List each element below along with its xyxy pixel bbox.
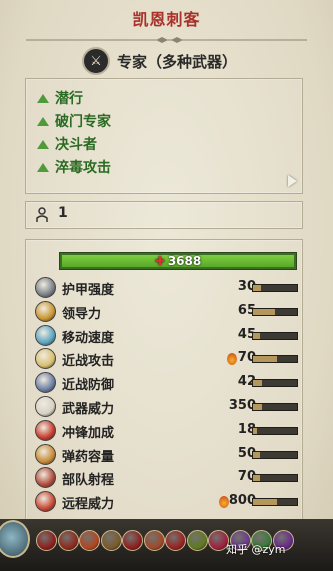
- stat-bar: [252, 307, 298, 316]
- ability-triangle-icon: [37, 162, 49, 172]
- stat-label: 近战攻击: [62, 354, 115, 370]
- stat-bar-fill: [253, 475, 260, 482]
- stat-bar: [252, 426, 298, 435]
- melee-attack-icon: [35, 348, 56, 370]
- stat-row[interactable]: 近战防御 42: [35, 372, 305, 394]
- stat-bar: [252, 379, 298, 388]
- stat-label: 近战防御: [62, 378, 115, 394]
- stat-bar-fill: [253, 451, 260, 458]
- stat-label: 冲锋加成: [62, 425, 115, 441]
- leadership-icon: [35, 300, 56, 322]
- fire-damage-icon: [218, 496, 229, 509]
- weapon-strength-icon: [35, 396, 56, 417]
- attribute-icon-7[interactable]: [165, 530, 186, 551]
- watermark-text: 知乎 @zym: [226, 543, 286, 556]
- title-divider-ornament: [26, 37, 307, 43]
- stat-bar-fill: [253, 404, 262, 410]
- stat-bar: [252, 474, 298, 483]
- stat-bar-fill: [253, 427, 258, 434]
- ability-label: 决斗者: [55, 137, 97, 153]
- fire-damage-icon: [227, 353, 237, 366]
- stat-bar-fill: [253, 285, 261, 291]
- stat-row[interactable]: 近战攻击 70: [35, 348, 305, 370]
- stat-bar: [252, 355, 298, 364]
- stat-bar-fill: [253, 356, 278, 363]
- stat-label: 领导力: [62, 306, 102, 322]
- stat-row[interactable]: 移动速度 45: [35, 324, 305, 347]
- stat-bar: [252, 403, 298, 411]
- ability-item[interactable]: 破门专家: [37, 110, 111, 132]
- stat-label: 弹药容量: [62, 449, 115, 465]
- attribute-icon-1[interactable]: [36, 530, 57, 551]
- speed-icon: [35, 324, 56, 346]
- stat-bar: [252, 331, 298, 340]
- person-icon: [36, 207, 48, 222]
- ability-label: 淬毒攻击: [55, 160, 111, 176]
- stat-label: 远程威力: [62, 497, 115, 513]
- ability-item[interactable]: 潜行: [37, 87, 83, 109]
- attribute-icon-8[interactable]: [186, 530, 208, 551]
- stat-bar-fill: [253, 308, 275, 315]
- crossed-weapons-icon: ⚔: [82, 47, 110, 75]
- health-bar: ✚ 3688: [59, 252, 297, 270]
- stat-row[interactable]: 弹药容量 50: [35, 443, 305, 466]
- stat-label: 护甲强度: [62, 283, 115, 298]
- attribute-icon-2[interactable]: [57, 530, 79, 551]
- expand-arrow-icon[interactable]: [288, 175, 297, 187]
- unit-role-label: 专家（多种武器）: [117, 52, 238, 71]
- abilities-list: 潜行 破门专家 决斗者 淬毒攻击: [25, 78, 303, 194]
- ability-triangle-icon: [37, 139, 49, 149]
- missile-strength-icon: [35, 491, 56, 513]
- ability-item[interactable]: 淬毒攻击: [37, 156, 111, 178]
- stat-bar-fill: [253, 380, 262, 387]
- unit-count-value: 1: [58, 205, 68, 221]
- health-value-wrap: ✚ 3688: [60, 253, 296, 269]
- attribute-icon-3[interactable]: [79, 530, 100, 551]
- stat-row[interactable]: 部队射程 70: [35, 467, 305, 489]
- health-value: 3688: [167, 254, 202, 268]
- unit-count-row: 1: [25, 201, 303, 229]
- stat-label: 部队射程: [62, 473, 115, 489]
- ability-triangle-icon: [37, 93, 49, 103]
- range-icon: [35, 467, 56, 489]
- stat-bar-fill: [253, 332, 260, 339]
- attribute-icon-5[interactable]: [122, 530, 143, 551]
- stat-row[interactable]: 武器威力 350: [35, 396, 305, 418]
- health-cross-icon: ✚: [154, 254, 165, 268]
- ability-item[interactable]: 决斗者: [37, 133, 97, 155]
- attribute-icon-4[interactable]: [100, 530, 122, 551]
- stat-bar: [252, 450, 298, 459]
- stats-panel: ✚ 3688 护甲强度 30 领导力 65 移动速度 45 近战攻击 70 近战防御 42 武器威力 3…: [25, 239, 303, 523]
- ability-triangle-icon: [37, 116, 49, 126]
- unit-role: ⚔ 专家（多种武器）: [82, 47, 237, 75]
- ability-label: 破门专家: [55, 114, 111, 130]
- stat-bar: [252, 284, 298, 292]
- ammunition-icon: [35, 443, 56, 465]
- stat-row[interactable]: 领导力 65: [35, 300, 305, 323]
- armour-icon: [35, 277, 56, 298]
- stat-row[interactable]: 远程威力 800: [35, 491, 305, 513]
- unit-info-panel: 凯恩刺客 ⚔ 专家（多种武器） 潜行 破门专家 决斗者 淬毒攻击 1 ✚ 368…: [0, 0, 333, 571]
- ability-label: 潜行: [55, 91, 83, 107]
- stat-bar: [252, 498, 298, 507]
- unit-name-title: 凯恩刺客: [132, 10, 201, 29]
- charge-bonus-icon: [35, 419, 56, 441]
- stat-row[interactable]: 冲锋加成 18: [35, 419, 305, 442]
- stat-label: 移动速度: [62, 330, 115, 346]
- stat-label: 武器威力: [62, 402, 115, 417]
- attribute-icon-6[interactable]: [143, 530, 165, 551]
- melee-defence-icon: [35, 372, 56, 394]
- stat-bar-fill: [253, 499, 278, 506]
- stat-row[interactable]: 护甲强度 30: [35, 277, 305, 299]
